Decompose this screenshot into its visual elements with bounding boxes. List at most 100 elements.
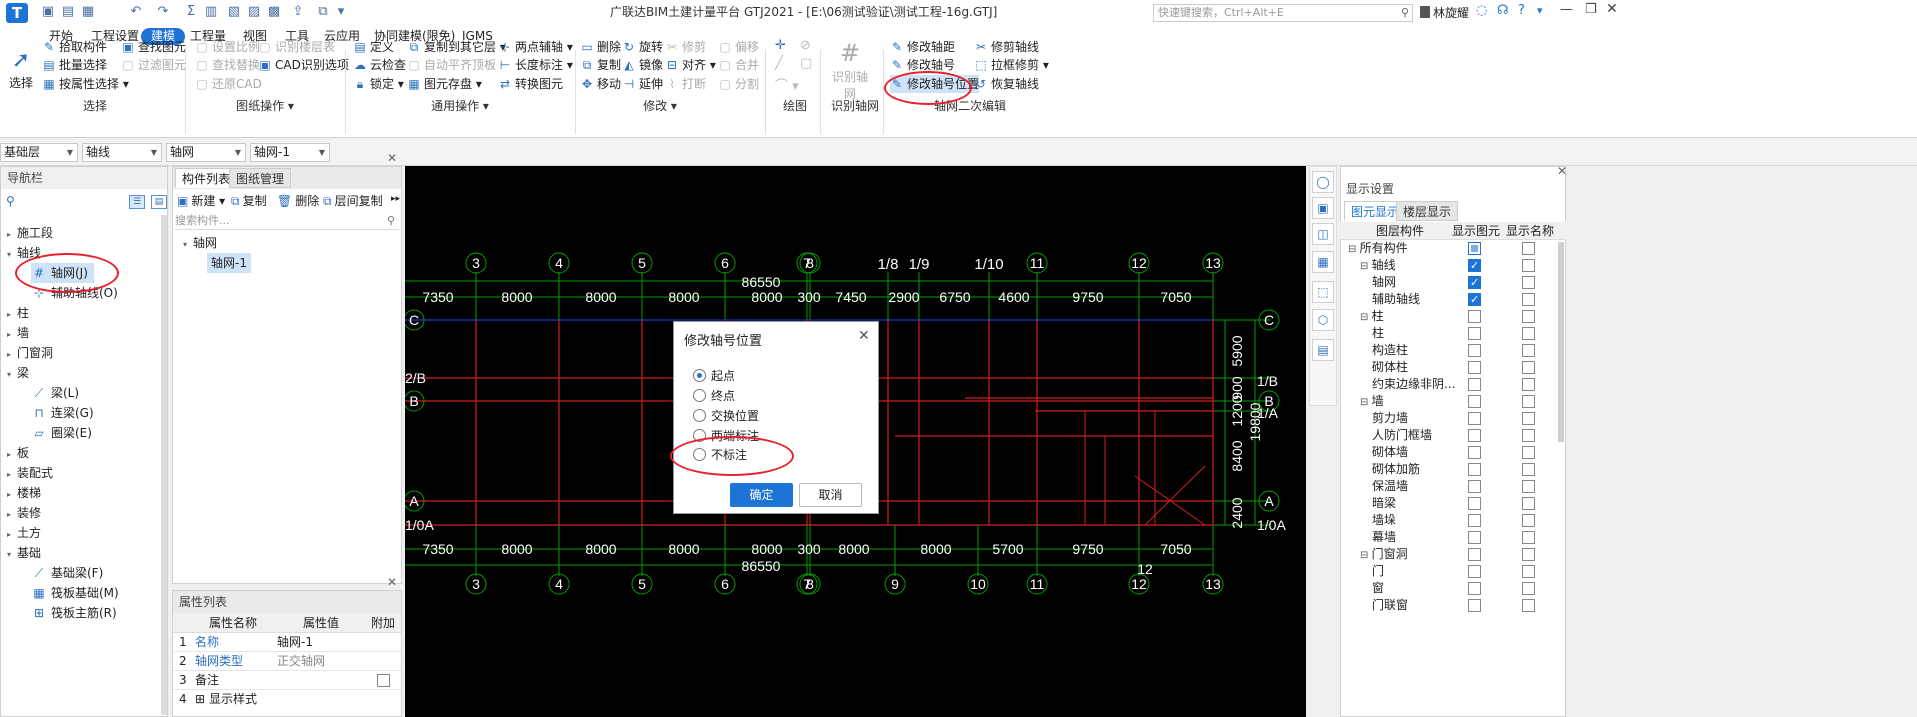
recognize-axis-button[interactable]: # 识别轴网 bbox=[827, 38, 873, 102]
display-scrollbar[interactable] bbox=[1558, 242, 1564, 442]
nav-item-finish[interactable]: ▸ 装修 bbox=[7, 503, 41, 523]
display-row[interactable]: ⊟ 墙 bbox=[1340, 393, 1566, 410]
user-name[interactable]: 林旋耀 bbox=[1433, 4, 1469, 21]
restore-button[interactable]: ❐ bbox=[1585, 2, 1597, 17]
help-icon[interactable]: ? bbox=[1518, 3, 1525, 18]
collapse-icon[interactable]: ⊟ bbox=[1360, 397, 1372, 408]
show-name-checkbox[interactable] bbox=[1522, 395, 1535, 408]
display-row[interactable]: 剪力墙 bbox=[1340, 410, 1566, 427]
open-file-icon[interactable]: ▤ bbox=[60, 4, 76, 20]
tree-grid-1[interactable]: 轴网-1 bbox=[207, 253, 251, 273]
display-row[interactable]: 砌体墙 bbox=[1340, 444, 1566, 461]
dialog-close-icon[interactable]: ✕ bbox=[858, 328, 870, 344]
property-row[interactable]: 1 名称 轴网-1 bbox=[173, 633, 401, 652]
cad-options-button[interactable]: ▣ CAD识别选项 bbox=[258, 56, 349, 74]
show-element-checkbox[interactable] bbox=[1468, 599, 1481, 612]
sum-icon[interactable]: Σ bbox=[183, 4, 199, 20]
2d-view-icon[interactable]: ▣ bbox=[1312, 197, 1334, 219]
show-element-checkbox[interactable] bbox=[1468, 242, 1481, 255]
move-button[interactable]: ✥ 移动 bbox=[580, 75, 621, 93]
length-dimension-button[interactable]: ⊢ 长度标注 ▾ bbox=[498, 56, 573, 74]
tab-drawing-management[interactable]: 图纸管理 bbox=[229, 168, 292, 188]
cloud-check-button[interactable]: ☁ 云检查 bbox=[353, 56, 406, 74]
show-element-checkbox[interactable] bbox=[1468, 480, 1481, 493]
isometric-icon[interactable]: ⬡ bbox=[1312, 309, 1334, 331]
tab-component-list[interactable]: 构件列表 bbox=[175, 168, 238, 188]
select-by-property-button[interactable]: ▦ 按属性选择 ▾ bbox=[42, 75, 129, 93]
collapse-icon[interactable]: ⊟ bbox=[1348, 244, 1360, 255]
display-row[interactable]: 门联窗 bbox=[1340, 597, 1566, 614]
nav-item-column[interactable]: ▸ 柱 bbox=[7, 303, 29, 323]
nav-scrollbar[interactable] bbox=[161, 215, 167, 715]
trim-button[interactable]: ✂ 修剪 bbox=[665, 38, 706, 56]
collapse-icon[interactable]: ⊟ bbox=[1360, 312, 1372, 323]
new-file-icon[interactable]: ▣ bbox=[40, 4, 56, 20]
show-name-checkbox[interactable] bbox=[1522, 327, 1535, 340]
new-component-button[interactable]: ▣ 新建 ▾ bbox=[177, 192, 225, 210]
nav-item-wall[interactable]: ▸ 墙 bbox=[7, 323, 29, 343]
zoom-extents-icon[interactable]: ⬚ bbox=[1312, 281, 1334, 303]
close-icon[interactable]: ✕ bbox=[387, 151, 397, 165]
auto-align-slab-button[interactable]: ▢ 自动平齐顶板 bbox=[407, 56, 496, 74]
show-element-checkbox[interactable] bbox=[1468, 378, 1481, 391]
align-button[interactable]: ⊟ 对齐 ▾ bbox=[665, 56, 716, 74]
split-button[interactable]: ▢ 分割 bbox=[718, 75, 759, 93]
rect-draw-icon[interactable]: ▢ bbox=[800, 56, 812, 71]
component-select[interactable]: 轴网-1 ▼ bbox=[250, 143, 330, 162]
more-icon[interactable]: ▾ bbox=[333, 4, 349, 20]
mirror-button[interactable]: ◭ 镜像 bbox=[622, 56, 663, 74]
filter-element-button[interactable]: ▢ 过滤图元 bbox=[121, 56, 186, 74]
undo-icon[interactable]: ↶ bbox=[128, 4, 144, 20]
show-element-checkbox[interactable] bbox=[1468, 361, 1481, 374]
show-name-checkbox[interactable] bbox=[1522, 242, 1535, 255]
floor-select[interactable]: 基础层 ▼ bbox=[0, 143, 78, 162]
radio-swap[interactable]: 交换位置 bbox=[693, 407, 759, 425]
show-name-checkbox[interactable] bbox=[1522, 582, 1535, 595]
detail-view-icon[interactable]: ▤ bbox=[151, 195, 167, 209]
show-name-checkbox[interactable] bbox=[1522, 463, 1535, 476]
display-row[interactable]: 辅助轴线 bbox=[1340, 291, 1566, 308]
component-search-input[interactable]: 搜索构件... ⚲ bbox=[175, 212, 399, 230]
category-select[interactable]: 轴线 ▼ bbox=[82, 143, 162, 162]
show-name-checkbox[interactable] bbox=[1522, 412, 1535, 425]
nav-item-stairs[interactable]: ▸ 楼梯 bbox=[7, 483, 41, 503]
nav-item-foundation[interactable]: ▾ 基础 bbox=[7, 543, 41, 563]
show-element-checkbox[interactable] bbox=[1468, 497, 1481, 510]
copy-component-button[interactable]: ⧉ 复制 bbox=[231, 192, 267, 210]
chat-icon[interactable]: ◌ bbox=[1476, 3, 1487, 18]
display-row[interactable]: 约束边缘非阴... bbox=[1340, 376, 1566, 393]
nav-item-slab[interactable]: ▸ 板 bbox=[7, 443, 29, 463]
show-element-checkbox[interactable] bbox=[1468, 257, 1481, 274]
show-element-checkbox[interactable] bbox=[1468, 395, 1481, 408]
show-name-checkbox[interactable] bbox=[1522, 548, 1535, 561]
cancel-button[interactable]: 取消 bbox=[799, 483, 862, 507]
find-replace-button[interactable]: ▢ 查找替换 bbox=[195, 56, 260, 74]
extend-button[interactable]: ⊣ 延伸 bbox=[622, 75, 663, 93]
group-modify-label[interactable]: 修改 ▾ bbox=[625, 98, 695, 114]
redo-icon[interactable]: ↷ bbox=[155, 4, 171, 20]
show-element-checkbox[interactable] bbox=[1468, 327, 1481, 340]
close-icon[interactable]: ✕ bbox=[387, 575, 397, 589]
nav-item-raft-rebar[interactable]: ⊞ 筏板主筋(R) bbox=[31, 603, 117, 623]
show-name-checkbox[interactable] bbox=[1522, 310, 1535, 323]
append-checkbox[interactable] bbox=[377, 674, 390, 687]
lock-button[interactable]: 🔒︎ 锁定 ▾ bbox=[353, 75, 404, 93]
show-element-checkbox[interactable] bbox=[1468, 463, 1481, 476]
delete-button[interactable]: ▭ 删除 bbox=[580, 38, 621, 56]
nav-item-link-beam[interactable]: ⊓ 连梁(G) bbox=[31, 403, 93, 423]
delete-component-button[interactable]: 🗑︎ 删除 bbox=[277, 192, 319, 210]
show-name-checkbox[interactable] bbox=[1522, 480, 1535, 493]
show-element-checkbox[interactable] bbox=[1468, 412, 1481, 425]
show-element-checkbox[interactable] bbox=[1468, 565, 1481, 578]
show-element-checkbox[interactable] bbox=[1468, 310, 1481, 323]
box-trim-button[interactable]: ⬚ 拉框修剪 ▾ bbox=[974, 56, 1049, 74]
cube-icon[interactable]: ▦ bbox=[1312, 251, 1334, 273]
nav-item-opening[interactable]: ▸ 门窗洞 bbox=[7, 343, 53, 363]
ok-button[interactable]: 确定 bbox=[730, 483, 793, 507]
search-icon[interactable]: ⚲ bbox=[1401, 5, 1409, 21]
type-select[interactable]: 轴网 ▼ bbox=[166, 143, 246, 162]
show-name-checkbox[interactable] bbox=[1522, 259, 1535, 272]
shortcut-search-input[interactable]: 快速键搜索，Ctrl+Alt+E ⚲ bbox=[1153, 4, 1413, 22]
find-element-button[interactable]: ▣ 查找图元 bbox=[121, 38, 186, 56]
display-row[interactable]: 轴网 bbox=[1340, 274, 1566, 291]
